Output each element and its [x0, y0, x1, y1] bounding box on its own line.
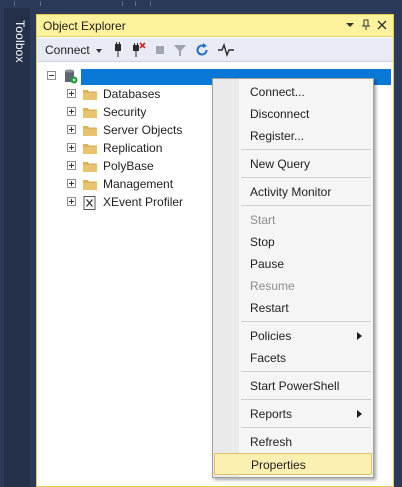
- menu-item-connect[interactable]: Connect...: [214, 81, 372, 103]
- menu-item-pause[interactable]: Pause: [214, 253, 372, 275]
- folder-icon: [83, 142, 97, 154]
- menu-item-reports[interactable]: Reports: [214, 403, 372, 425]
- divider: [150, 1, 151, 6]
- menu-item-restart[interactable]: Restart: [214, 297, 372, 319]
- tree-node-management[interactable]: Management: [37, 175, 217, 193]
- menu-item-new-query[interactable]: New Query: [214, 153, 372, 175]
- menu-item-label: Start PowerShell: [250, 379, 340, 393]
- pin-icon[interactable]: [359, 18, 373, 32]
- menu-item-label: Policies: [250, 329, 292, 343]
- divider: [135, 1, 136, 6]
- connect-dropdown-button[interactable]: Connect: [45, 43, 103, 57]
- folder-icon: [83, 178, 97, 190]
- menu-item-label: Reports: [250, 407, 293, 421]
- menu-separator: [241, 427, 371, 428]
- menu-item-label: Disconnect: [250, 107, 310, 121]
- menu-item-disconnect[interactable]: Disconnect: [214, 103, 372, 125]
- menu-separator: [241, 399, 371, 400]
- menu-item-label: Connect...: [250, 85, 305, 99]
- menu-item-label: Restart: [250, 301, 289, 315]
- menu-item-label: Register...: [250, 129, 305, 143]
- menu-item-label: Start: [250, 213, 276, 227]
- chevron-down-icon: [96, 48, 103, 53]
- menu-item-label: Stop: [250, 235, 275, 249]
- toolbox-rail: Toolbox: [0, 8, 34, 487]
- menu-separator: [241, 205, 371, 206]
- menu-item-resume[interactable]: Resume: [214, 275, 372, 297]
- tree-node-label: Management: [103, 177, 174, 191]
- expand-icon[interactable]: [67, 143, 76, 152]
- submenu-arrow-icon: [357, 410, 362, 418]
- folder-icon: [83, 124, 97, 136]
- dropdown-arrow-icon[interactable]: [343, 18, 357, 32]
- tree-node-label: Replication: [103, 141, 163, 155]
- disconnect-icon[interactable]: [129, 41, 147, 59]
- filter-icon[interactable]: [171, 41, 189, 59]
- divider: [122, 1, 123, 6]
- collapse-icon[interactable]: [47, 71, 56, 80]
- top-strip: [0, 0, 402, 8]
- divider: [40, 1, 41, 6]
- tree-node-label: Databases: [103, 87, 161, 101]
- menu-item-refresh[interactable]: Refresh: [214, 431, 372, 453]
- toolbox-tab-label[interactable]: Toolbox: [13, 20, 27, 63]
- panel-title-bar: Object Explorer: [37, 15, 393, 37]
- menu-item-label: Refresh: [250, 435, 293, 449]
- divider: [14, 1, 15, 6]
- menu-item-label: Pause: [250, 257, 285, 271]
- menu-separator: [241, 321, 371, 322]
- folder-icon: [83, 88, 97, 100]
- tree-node-databases[interactable]: Databases: [37, 85, 217, 103]
- menu-item-facets[interactable]: Facets: [214, 347, 372, 369]
- folder-icon: [83, 160, 97, 172]
- menu-separator: [241, 371, 371, 372]
- menu-item-stop[interactable]: Stop: [214, 231, 372, 253]
- tree-node-polybase[interactable]: PolyBase: [37, 157, 217, 175]
- menu-item-label: Resume: [250, 279, 295, 293]
- menu-separator: [241, 149, 371, 150]
- expand-icon[interactable]: [67, 125, 76, 134]
- folder-icon: [83, 106, 97, 118]
- activity-monitor-icon[interactable]: [217, 41, 235, 59]
- menu-item-label: New Query: [250, 157, 311, 171]
- tree-node-label: PolyBase: [103, 159, 154, 173]
- menu-separator: [241, 177, 371, 178]
- xevent-profiler-icon: [83, 196, 97, 210]
- tree-node-label: Security: [103, 105, 147, 119]
- submenu-arrow-icon: [357, 332, 362, 340]
- menu-item-properties[interactable]: Properties: [214, 453, 372, 475]
- tree-node-xevent-profiler[interactable]: XEvent Profiler: [37, 193, 217, 211]
- tree-node-label: Server Objects: [103, 123, 183, 137]
- connect-icon[interactable]: [109, 41, 127, 59]
- expand-icon[interactable]: [67, 161, 76, 170]
- close-icon[interactable]: [375, 18, 389, 32]
- context-menu: Connect... Disconnect Register... New Qu…: [212, 78, 374, 478]
- menu-item-label: Facets: [250, 351, 287, 365]
- toolbox-tab[interactable]: Toolbox: [4, 8, 30, 487]
- menu-item-start[interactable]: Start: [214, 209, 372, 231]
- menu-item-label: Properties: [251, 458, 306, 472]
- menu-item-policies[interactable]: Policies: [214, 325, 372, 347]
- refresh-icon[interactable]: [193, 41, 211, 59]
- connect-label: Connect: [45, 43, 90, 57]
- panel-toolbar: Connect: [37, 38, 393, 62]
- tree-node-security[interactable]: Security: [37, 103, 217, 121]
- tree-node-server-objects[interactable]: Server Objects: [37, 121, 217, 139]
- expand-icon[interactable]: [67, 107, 76, 116]
- stop-icon[interactable]: [151, 41, 169, 59]
- menu-item-start-powershell[interactable]: Start PowerShell: [214, 375, 372, 397]
- expand-icon[interactable]: [67, 89, 76, 98]
- menu-item-activity-monitor[interactable]: Activity Monitor: [214, 181, 372, 203]
- expand-icon[interactable]: [67, 179, 76, 188]
- tree-node-label: XEvent Profiler: [103, 195, 184, 209]
- menu-item-register[interactable]: Register...: [214, 125, 372, 147]
- panel-title: Object Explorer: [43, 19, 126, 33]
- expand-icon[interactable]: [67, 197, 76, 206]
- tree-node-replication[interactable]: Replication: [37, 139, 217, 157]
- menu-item-label: Activity Monitor: [250, 185, 332, 199]
